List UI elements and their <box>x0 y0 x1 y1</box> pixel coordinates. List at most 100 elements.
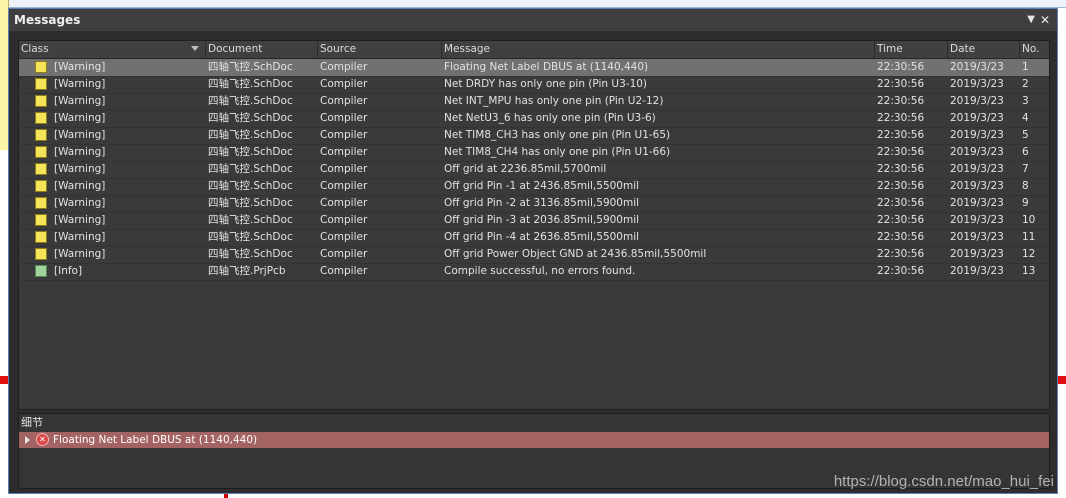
column-header-source[interactable]: Source <box>318 41 442 58</box>
cell-document: 四轴飞控.SchDoc <box>208 163 293 175</box>
warning-icon <box>35 197 47 209</box>
cell-date: 2019/3/23 <box>950 265 1004 277</box>
cell-time: 22:30:56 <box>877 231 925 243</box>
cell-number: 12 <box>1022 248 1036 260</box>
cell-date: 2019/3/23 <box>950 112 1004 124</box>
cell-class: [Warning] <box>54 146 106 158</box>
cell-class: [Warning] <box>54 163 106 175</box>
cell-message: Compile successful, no errors found. <box>444 265 636 277</box>
cell-time: 22:30:56 <box>877 61 925 73</box>
cell-date: 2019/3/23 <box>950 61 1004 73</box>
cell-source: Compiler <box>320 214 368 226</box>
cell-number: 5 <box>1022 129 1029 141</box>
cell-message: Off grid Pin -3 at 2036.85mil,5900mil <box>444 214 640 226</box>
column-header-document[interactable]: Document <box>206 41 318 58</box>
warning-icon <box>35 129 47 141</box>
cell-class: [Warning] <box>54 180 106 192</box>
cell-source: Compiler <box>320 95 368 107</box>
warning-icon <box>35 78 47 90</box>
warning-icon <box>35 61 47 73</box>
column-header-number[interactable]: No. <box>1020 41 1049 58</box>
cell-document: 四轴飞控.SchDoc <box>208 78 293 90</box>
warning-icon <box>35 112 47 124</box>
cell-message: Floating Net Label DBUS at (1140,440) <box>444 61 649 73</box>
table-row[interactable]: [Warning] 四轴飞控.SchDoc Compiler Off grid Pin… <box>19 229 1049 247</box>
cell-time: 22:30:56 <box>877 129 925 141</box>
cell-time: 22:30:56 <box>877 146 925 158</box>
cell-class: [Warning] <box>54 129 106 141</box>
table-row[interactable]: [Warning] 四轴飞控.SchDoc Compiler Net INT_MPU … <box>19 93 1049 111</box>
expand-arrow-icon[interactable] <box>25 436 30 444</box>
table-row[interactable]: [Warning] 四轴飞控.SchDoc Compiler Net NetU3_6 … <box>19 110 1049 128</box>
table-row[interactable]: [Warning] 四轴飞控.SchDoc Compiler Net TIM8_CH4… <box>19 144 1049 162</box>
panel-menu-icon[interactable]: ▼ <box>1027 9 1035 31</box>
table-row[interactable]: [Warning] 四轴飞控.SchDoc Compiler Floating Net… <box>19 59 1049 77</box>
cell-message: Net TIM8_CH4 has only one pin (Pin U1-66… <box>444 146 671 158</box>
cell-date: 2019/3/23 <box>950 214 1004 226</box>
cell-message: Off grid Pin -2 at 3136.85mil,5900mil <box>444 197 640 209</box>
cell-time: 22:30:56 <box>877 163 925 175</box>
table-row[interactable]: [Warning] 四轴飞控.SchDoc Compiler Off grid Pow… <box>19 246 1049 264</box>
cell-number: 8 <box>1022 180 1029 192</box>
sort-down-icon[interactable] <box>191 46 199 51</box>
background-app-strip <box>6 0 1066 8</box>
cell-time: 22:30:56 <box>877 78 925 90</box>
cell-number: 11 <box>1022 231 1036 243</box>
cell-time: 22:30:56 <box>877 214 925 226</box>
table-row[interactable]: [Warning] 四轴飞控.SchDoc Compiler Net DRDY has… <box>19 76 1049 94</box>
cell-document: 四轴飞控.SchDoc <box>208 61 293 73</box>
column-header-class[interactable]: Class <box>19 41 206 58</box>
cell-date: 2019/3/23 <box>950 163 1004 175</box>
cell-document: 四轴飞控.SchDoc <box>208 248 293 260</box>
table-row[interactable]: [Warning] 四轴飞控.SchDoc Compiler Off grid at … <box>19 161 1049 179</box>
cell-document: 四轴飞控.SchDoc <box>208 180 293 192</box>
column-header-time[interactable]: Time <box>875 41 948 58</box>
cell-document: 四轴飞控.PrjPcb <box>208 265 286 277</box>
cell-date: 2019/3/23 <box>950 78 1004 90</box>
warning-icon <box>35 146 47 158</box>
info-icon <box>35 265 47 277</box>
cell-message: Off grid Pin -1 at 2436.85mil,5500mil <box>444 180 640 192</box>
messages-panel: Messages ▼ ✕ Class Document Source Messa… <box>8 8 1058 494</box>
cell-source: Compiler <box>320 61 368 73</box>
warning-icon <box>35 248 47 260</box>
table-row[interactable]: [Warning] 四轴飞控.SchDoc Compiler Off grid Pin… <box>19 212 1049 230</box>
cell-source: Compiler <box>320 78 368 90</box>
cell-source: Compiler <box>320 265 368 277</box>
cell-number: 10 <box>1022 214 1036 226</box>
warning-icon <box>35 163 47 175</box>
table-row[interactable]: [Warning] 四轴飞控.SchDoc Compiler Net TIM8_CH3… <box>19 127 1049 145</box>
cell-source: Compiler <box>320 180 368 192</box>
cell-date: 2019/3/23 <box>950 180 1004 192</box>
cell-time: 22:30:56 <box>877 112 925 124</box>
messages-grid: Class Document Source Message Time Date … <box>18 40 1050 410</box>
watermark-text: https://blog.csdn.net/mao_hui_fei <box>833 473 1054 490</box>
table-row[interactable]: [Warning] 四轴飞控.SchDoc Compiler Off grid Pin… <box>19 178 1049 196</box>
cell-date: 2019/3/23 <box>950 197 1004 209</box>
details-title: 细节 <box>21 416 43 429</box>
panel-close-icon[interactable]: ✕ <box>1040 9 1050 31</box>
cell-date: 2019/3/23 <box>950 248 1004 260</box>
panel-titlebar[interactable]: Messages ▼ ✕ <box>9 9 1057 31</box>
cell-source: Compiler <box>320 112 368 124</box>
table-row[interactable]: [Info] 四轴飞控.PrjPcb Compiler Compile success… <box>19 263 1049 281</box>
cell-date: 2019/3/23 <box>950 231 1004 243</box>
column-header-date[interactable]: Date <box>948 41 1020 58</box>
cell-date: 2019/3/23 <box>950 146 1004 158</box>
cell-message: Off grid at 2236.85mil,5700mil <box>444 163 607 175</box>
background-marker <box>0 376 8 384</box>
cell-class: [Warning] <box>54 248 106 260</box>
cell-class: [Info] <box>54 265 83 277</box>
cell-message: Net NetU3_6 has only one pin (Pin U3-6) <box>444 112 656 124</box>
cell-number: 3 <box>1022 95 1029 107</box>
cell-class: [Warning] <box>54 78 106 90</box>
table-row[interactable]: [Warning] 四轴飞控.SchDoc Compiler Off grid Pin… <box>19 195 1049 213</box>
details-item[interactable]: ✕ Floating Net Label DBUS at (1140,440) <box>19 432 1049 448</box>
panel-title: Messages <box>14 13 81 27</box>
cell-source: Compiler <box>320 146 368 158</box>
cell-message: Off grid Pin -4 at 2636.85mil,5500mil <box>444 231 640 243</box>
column-header-message[interactable]: Message <box>442 41 875 58</box>
warning-icon <box>35 95 47 107</box>
cell-source: Compiler <box>320 197 368 209</box>
grid-header: Class Document Source Message Time Date … <box>19 41 1049 59</box>
